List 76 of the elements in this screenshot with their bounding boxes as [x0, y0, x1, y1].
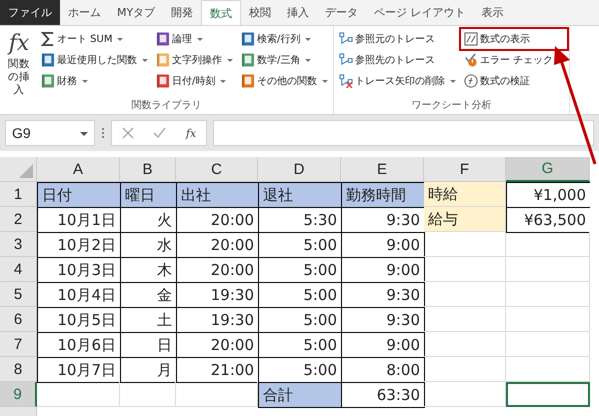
ribbon-command[interactable]: 検索/行列: [239, 30, 330, 48]
ribbon-tab[interactable]: MYタブ: [109, 0, 164, 25]
ribbon-tab[interactable]: 表示: [474, 0, 512, 25]
ribbon-tab[interactable]: 数式: [201, 0, 242, 25]
ribbon-command[interactable]: 文字列操作: [154, 51, 235, 69]
ribbon-tab[interactable]: ホーム: [60, 0, 109, 25]
column-header[interactable]: E: [341, 157, 424, 182]
command-icon: [339, 53, 353, 67]
column-header[interactable]: F: [424, 157, 506, 182]
table-cell: 時給: [424, 182, 506, 207]
command-icon: [464, 53, 478, 67]
check-icon[interactable]: [153, 127, 166, 139]
command-icon: [241, 32, 255, 46]
ribbon-tab[interactable]: 校閲: [241, 0, 280, 25]
ribbon-tab[interactable]: 開発: [163, 0, 202, 25]
command-icon: [339, 32, 353, 46]
table-cell: 日付: [37, 182, 121, 208]
ribbon-command[interactable]: 財務: [39, 72, 150, 90]
row-header[interactable]: 8: [0, 357, 37, 382]
table-cell: 給与: [424, 207, 506, 232]
ribbon-command[interactable]: 数学/三角: [239, 51, 330, 69]
column-header[interactable]: A: [37, 157, 120, 182]
row-header[interactable]: 7: [0, 332, 37, 357]
ribbon-command[interactable]: 日付/時刻: [154, 72, 235, 90]
column-header[interactable]: G: [506, 157, 590, 182]
command-icon: [41, 53, 55, 67]
ribbon-command[interactable]: オート SUM: [39, 30, 150, 48]
table-cell: 10月7日: [37, 357, 121, 383]
table-cell: 63:30: [341, 382, 425, 408]
ribbon-tab[interactable]: ファイル: [0, 0, 60, 25]
triangle-icon: [19, 164, 33, 178]
row-header[interactable]: 1: [0, 182, 37, 207]
row-header[interactable]: 2: [0, 207, 37, 232]
ribbon-command[interactable]: 参照元のトレース: [337, 30, 458, 48]
ribbon-tab[interactable]: 挿入: [279, 0, 318, 25]
row-header[interactable]: 3: [0, 232, 37, 257]
row-header[interactable]: 6: [0, 307, 37, 332]
command-icon: [464, 32, 478, 46]
row-header[interactable]: 5: [0, 282, 37, 307]
table-cell: 曜日: [120, 182, 177, 208]
ribbon-command[interactable]: 論理: [154, 30, 235, 48]
command-icon: [41, 74, 55, 88]
command-icon: [464, 74, 478, 88]
row-header[interactable]: 9: [0, 382, 37, 407]
cancel-icon[interactable]: [122, 127, 134, 139]
column-header[interactable]: B: [120, 157, 176, 182]
ribbon-command[interactable]: その他の関数: [239, 72, 330, 90]
ribbon-command[interactable]: トレース矢印の削除: [337, 72, 458, 90]
table-cell: 合計: [258, 382, 342, 408]
insert-function-button[interactable]: fx: [186, 126, 196, 140]
command-icon: [241, 53, 255, 67]
group-label: 関数ライブラリ: [130, 98, 202, 113]
command-icon: [241, 74, 255, 88]
ribbon-tab[interactable]: ページ レイアウト: [366, 0, 474, 25]
row-header[interactable]: 4: [0, 257, 37, 282]
grip-icon: [101, 126, 105, 140]
insert-function-button[interactable]: fx 関数の挿入: [3, 30, 35, 98]
column-header[interactable]: D: [258, 157, 341, 182]
command-icon: [339, 74, 353, 88]
name-box[interactable]: G9: [5, 120, 95, 146]
ribbon-command[interactable]: 数式の表示: [462, 30, 566, 48]
table-cell: 退社: [258, 182, 342, 208]
ribbon-command[interactable]: 数式の検証: [462, 72, 566, 90]
ribbon-command[interactable]: 参照先のトレース: [337, 51, 458, 69]
ribbon-command[interactable]: 最近使用した関数: [39, 51, 150, 69]
column-header[interactable]: C: [176, 157, 258, 182]
group-label: ワークシート分析: [410, 98, 493, 113]
command-icon: [41, 32, 55, 46]
command-icon: [156, 74, 170, 88]
formula-input[interactable]: [213, 120, 594, 146]
table-cell: 出社: [176, 182, 259, 208]
select-all-corner[interactable]: [0, 157, 37, 182]
command-icon: [156, 53, 170, 67]
ribbon-tab[interactable]: データ: [317, 0, 366, 25]
table-cell: 勤務時間: [341, 182, 425, 208]
command-icon: [156, 32, 170, 46]
